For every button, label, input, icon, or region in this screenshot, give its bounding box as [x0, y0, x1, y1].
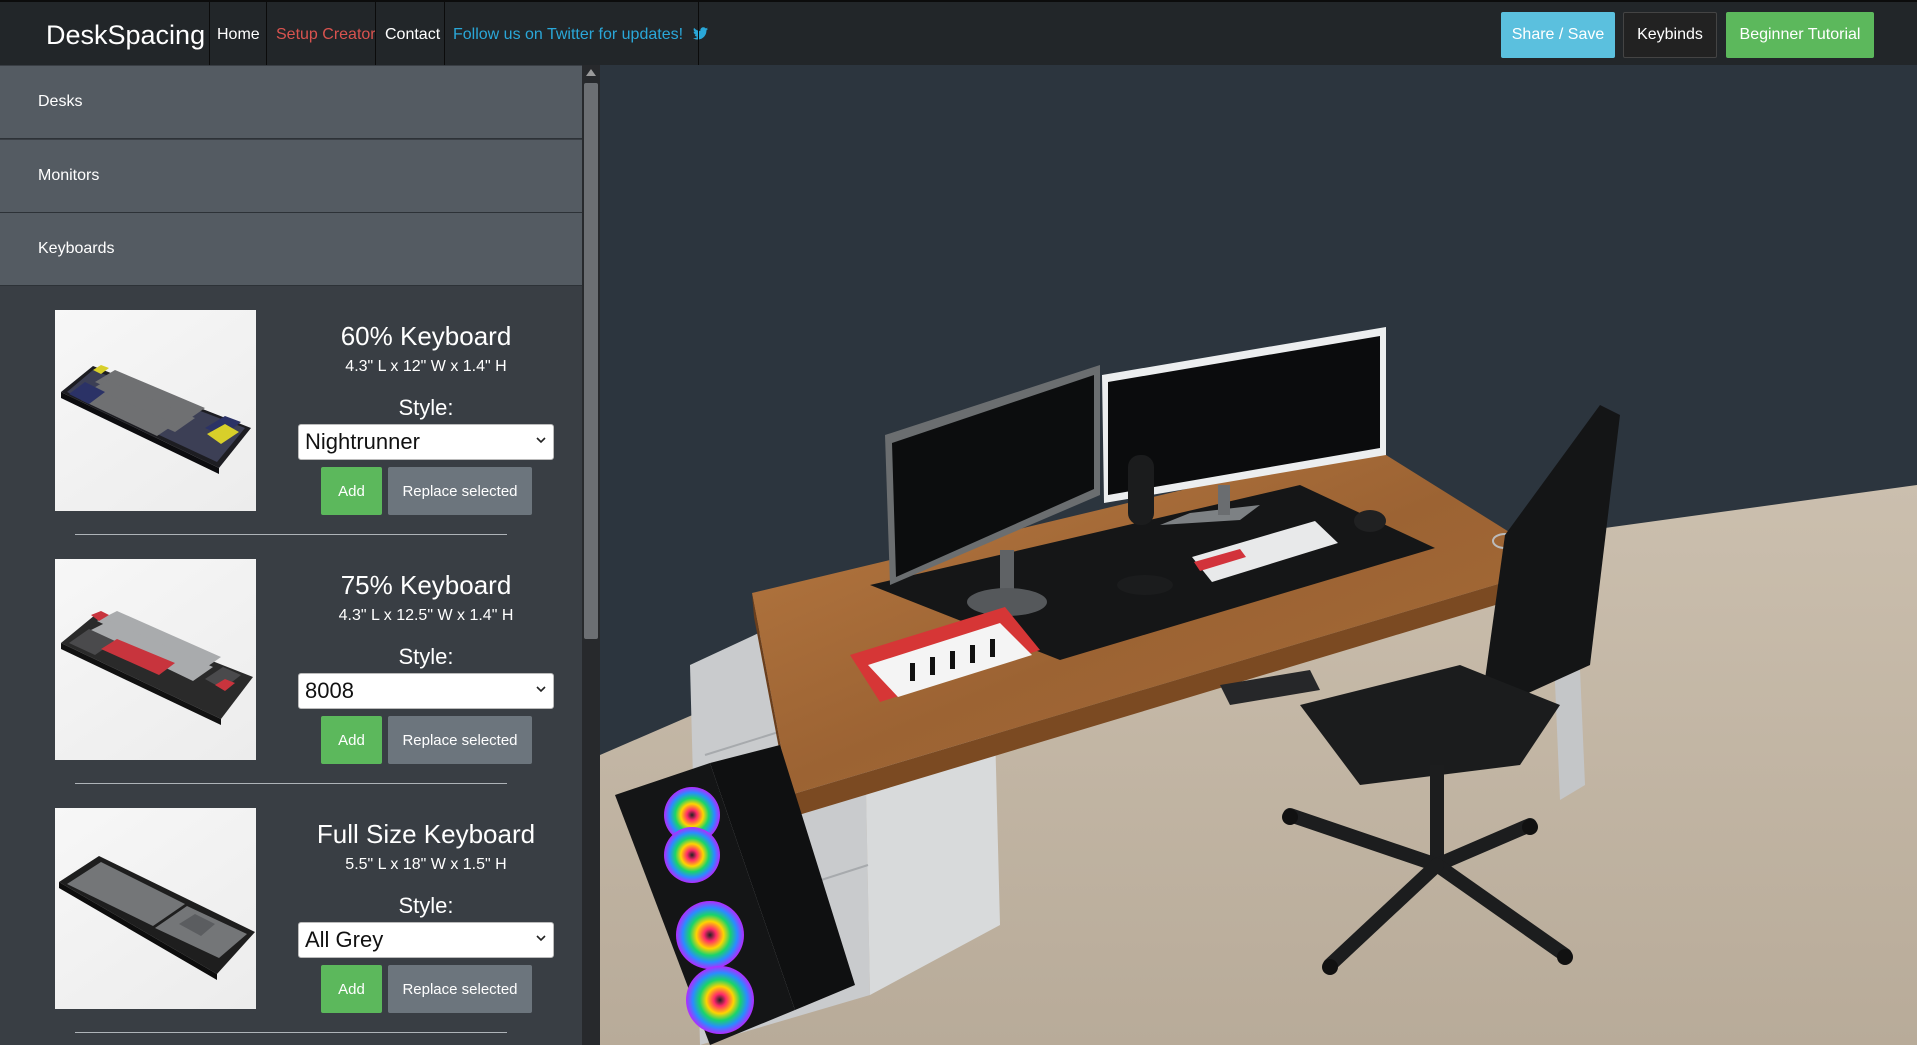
item-title: 75% Keyboard [340, 570, 512, 600]
nav-separator [698, 2, 699, 65]
style-select-value: All Grey [305, 927, 384, 952]
mouse [1354, 510, 1386, 532]
add-button[interactable]: Add [321, 716, 382, 764]
style-label: Style: [398, 395, 454, 420]
item-dimensions: 5.5" L x 18" W x 1.5" H [345, 856, 507, 873]
keyboard-60-thumbnail [55, 310, 256, 511]
item-sidebar: Desks Monitors Keyboards 60% Keyboard 4.… [0, 65, 582, 1045]
item-title: Full Size Keyboard [316, 819, 536, 849]
nav-separator [375, 2, 376, 65]
3d-scene-canvas[interactable] [600, 65, 1917, 1045]
select-caret-icon [536, 437, 546, 444]
sidebar-scrollbar[interactable] [582, 65, 600, 1045]
category-keyboards[interactable]: Keyboards [0, 213, 582, 286]
category-monitors[interactable]: Monitors [0, 140, 582, 213]
replace-selected-button[interactable]: Replace selected [388, 716, 532, 764]
keyboard-full-size-thumbnail [55, 808, 256, 1009]
style-select[interactable]: 8008 [298, 673, 554, 709]
item-divider [75, 534, 507, 535]
share-save-button[interactable]: Share / Save [1501, 12, 1615, 58]
select-caret-icon [536, 935, 546, 942]
scrollbar-thumb[interactable] [584, 83, 598, 639]
top-navbar: DeskSpacing Home Setup Creator Contact F… [0, 0, 1917, 65]
nav-separator [209, 2, 210, 65]
replace-selected-button[interactable]: Replace selected [388, 965, 532, 1013]
item-divider [75, 783, 507, 784]
category-desks[interactable]: Desks [0, 66, 582, 139]
brand-logo[interactable]: DeskSpacing [46, 20, 205, 51]
nav-contact[interactable]: Contact [385, 26, 440, 44]
add-button[interactable]: Add [321, 965, 382, 1013]
beginner-tutorial-button[interactable]: Beginner Tutorial [1726, 12, 1874, 58]
keyboard-75-thumbnail [55, 559, 256, 760]
add-button[interactable]: Add [321, 467, 382, 515]
select-caret-icon [536, 686, 546, 693]
replace-selected-button[interactable]: Replace selected [388, 467, 532, 515]
nav-setup-creator[interactable]: Setup Creator [276, 26, 376, 44]
item-dimensions: 4.3" L x 12.5" W x 1.4" H [338, 607, 514, 624]
style-label: Style: [398, 644, 454, 669]
item-title: 60% Keyboard [340, 321, 512, 351]
nav-separator [266, 2, 267, 65]
keybinds-button[interactable]: Keybinds [1623, 12, 1717, 58]
twitter-icon [692, 27, 708, 40]
style-label: Style: [398, 893, 454, 918]
keyboard-item: 60% Keyboard 4.3" L x 12" W x 1.4" H Sty… [0, 310, 582, 559]
style-select[interactable]: All Grey [298, 922, 554, 958]
microphone [1128, 455, 1154, 525]
keyboard-item: Full Size Keyboard 5.5" L x 18" W x 1.5"… [0, 808, 582, 1045]
style-select[interactable]: Nightrunner [298, 424, 554, 460]
keyboard-item: 75% Keyboard 4.3" L x 12.5" W x 1.4" H S… [0, 559, 582, 808]
scroll-up-arrow-icon[interactable] [586, 69, 596, 76]
twitter-link-label: Follow us on Twitter for updates! [453, 26, 684, 43]
style-select-value: Nightrunner [305, 429, 420, 454]
nav-separator [444, 2, 445, 65]
nav-home[interactable]: Home [217, 26, 260, 44]
item-dimensions: 4.3" L x 12" W x 1.4" H [345, 358, 507, 375]
item-divider [75, 1032, 507, 1033]
style-select-value: 8008 [305, 678, 354, 703]
nav-twitter-link[interactable]: Follow us on Twitter for updates! [453, 26, 708, 44]
